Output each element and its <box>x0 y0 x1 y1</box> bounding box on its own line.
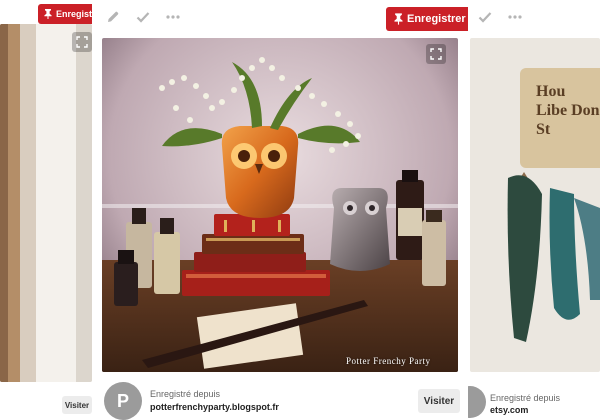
avatar[interactable]: P <box>104 382 142 420</box>
source-link[interactable]: etsy.com <box>490 405 528 415</box>
pin-icon <box>44 9 52 19</box>
check-icon[interactable] <box>136 10 150 24</box>
visit-button[interactable]: Visiter <box>418 389 460 413</box>
saved-from-label: Enregistré depuis <box>150 389 221 399</box>
pin-card-left[interactable]: Enregistrer Visiter <box>0 0 92 420</box>
pin-toolbar <box>106 10 180 24</box>
check-icon[interactable] <box>478 10 492 24</box>
pencil-icon[interactable] <box>106 10 120 24</box>
more-icon[interactable] <box>508 10 522 24</box>
zoom-icon[interactable] <box>426 44 446 64</box>
pin-image-center[interactable] <box>102 38 458 372</box>
saved-from-label: Enregistré depuis <box>490 393 561 403</box>
pin-image-right[interactable]: Hou Libe Don St <box>470 38 600 372</box>
zoom-icon[interactable] <box>72 32 92 52</box>
sign-text: Hou Libe Don St <box>536 83 600 138</box>
still-life-photo <box>102 38 458 372</box>
pin-card-right[interactable]: Hou Libe Don St Enregistré depuis etsy.c… <box>468 0 600 420</box>
pin-toolbar <box>478 10 522 24</box>
more-icon[interactable] <box>166 10 180 24</box>
save-button[interactable]: Enregistrer <box>38 4 92 24</box>
save-button[interactable]: Enregistrer <box>386 7 468 31</box>
book-photo <box>0 24 92 382</box>
watermark: Potter Frenchy Party <box>346 356 431 366</box>
pin-image-left[interactable] <box>0 24 92 382</box>
save-button-label: Enregistrer <box>407 13 466 25</box>
pin-icon <box>394 13 403 25</box>
visit-button[interactable]: Visiter <box>62 396 92 414</box>
source-link[interactable]: potterfrenchyparty.blogspot.fr <box>150 402 279 412</box>
pin-card-center[interactable]: Enregistrer Potter Frenchy Party P Enreg… <box>92 0 468 420</box>
save-button-label: Enregistrer <box>56 9 92 19</box>
avatar[interactable] <box>468 386 486 418</box>
